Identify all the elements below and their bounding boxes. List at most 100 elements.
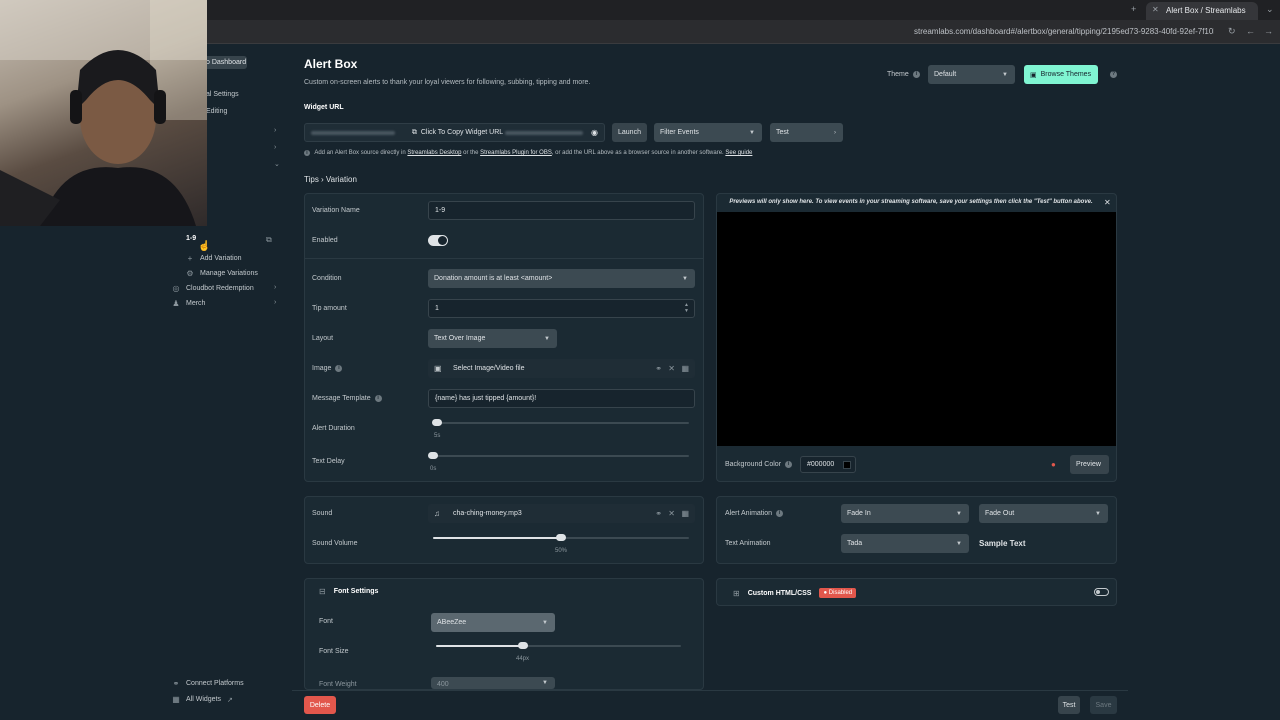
record-icon[interactable]: ● bbox=[1051, 460, 1056, 469]
info-icon[interactable]: i bbox=[776, 510, 784, 517]
back-icon[interactable]: ← bbox=[1246, 26, 1255, 36]
filter-events-select[interactable]: Filter Events ▼ bbox=[654, 123, 762, 142]
layout-label: Layout bbox=[312, 335, 334, 342]
chevron-right-icon[interactable]: › bbox=[274, 299, 276, 306]
sound-volume-knob[interactable] bbox=[556, 534, 566, 541]
text-animation-label: Text Animation bbox=[725, 540, 771, 547]
sidebar-all-widgets[interactable]: ▦ All Widgets ↗ bbox=[172, 695, 233, 704]
toggle-knob bbox=[1096, 590, 1100, 594]
close-icon[interactable]: ✕ bbox=[668, 364, 675, 373]
url-field[interactable]: streamlabs.com/dashboard#/alertbox/gener… bbox=[914, 27, 1214, 36]
message-template-input[interactable]: {name} has just tipped {amount}! bbox=[428, 389, 695, 408]
reload-icon[interactable]: ↻ bbox=[1228, 26, 1236, 37]
variation-name-input[interactable]: 1-9 bbox=[428, 201, 695, 220]
theme-select[interactable]: Default ▼ bbox=[928, 65, 1015, 84]
gear-icon: ⚙ bbox=[186, 269, 194, 278]
link-icon[interactable]: ⚭ bbox=[655, 509, 662, 518]
launch-button[interactable]: Launch bbox=[612, 123, 647, 142]
info-icon[interactable]: i bbox=[335, 365, 343, 372]
chevron-down-icon[interactable]: ⌄ bbox=[274, 160, 280, 168]
new-tab-icon[interactable]: + bbox=[1131, 4, 1136, 14]
close-icon[interactable]: ✕ bbox=[1104, 198, 1111, 207]
custom-css-toggle[interactable] bbox=[1094, 588, 1109, 596]
background-color-input[interactable]: #000000 bbox=[800, 456, 856, 473]
alert-animation-out-select[interactable]: Fade Out ▼ bbox=[979, 504, 1108, 523]
text-animation-select[interactable]: Tada ▼ bbox=[841, 534, 969, 553]
copy-icon: ⧉ bbox=[411, 128, 417, 136]
eye-icon[interactable]: ◉ bbox=[591, 128, 598, 137]
widget-url-field[interactable]: ⧉ Click To Copy Widget URL ◉ bbox=[304, 123, 605, 142]
copy-icon[interactable]: ⧉ bbox=[266, 235, 272, 245]
sidebar-connect-platforms[interactable]: ⚭ Connect Platforms bbox=[172, 679, 244, 688]
test-button[interactable]: Test bbox=[1058, 696, 1080, 714]
tip-amount-label: Tip amount bbox=[312, 305, 347, 312]
stepper-icon[interactable]: ▲ ▼ bbox=[684, 302, 689, 314]
font-select[interactable]: ABeeZee ▼ bbox=[431, 613, 555, 632]
tab-close-icon[interactable]: ✕ bbox=[1152, 5, 1159, 14]
info-icon[interactable]: i bbox=[785, 461, 793, 468]
custom-css-header[interactable]: ⊞ Custom HTML/CSS ● Disabled bbox=[733, 588, 857, 598]
save-button[interactable]: Save bbox=[1090, 696, 1117, 714]
sidebar-manage-variations[interactable]: ⚙ Manage Variations bbox=[186, 269, 257, 278]
text-delay-label: Text Delay bbox=[312, 458, 345, 465]
obs-plugin-link[interactable]: Streamlabs Plugin for OBS bbox=[480, 150, 552, 156]
font-weight-select[interactable]: 400 ▼ bbox=[431, 677, 555, 689]
text-delay-knob[interactable] bbox=[428, 452, 438, 459]
text-delay-value: 0s bbox=[430, 466, 437, 472]
cursor-icon: ☝ bbox=[198, 241, 211, 252]
plus-icon: + bbox=[187, 254, 193, 263]
alert-duration-slider[interactable] bbox=[433, 422, 689, 424]
blurred-url-right bbox=[505, 131, 583, 135]
webcam-figure bbox=[0, 0, 207, 226]
see-guide-link[interactable]: See guide bbox=[725, 150, 752, 156]
browser-tab[interactable]: ✕ Alert Box / Streamlabs bbox=[1146, 2, 1258, 20]
forward-icon[interactable]: → bbox=[1264, 26, 1273, 36]
test-dropdown[interactable]: Test › bbox=[770, 123, 843, 142]
caret-down-icon: ▼ bbox=[542, 619, 548, 626]
info-icon[interactable]: i bbox=[374, 395, 382, 402]
caret-down-icon: ▼ bbox=[544, 335, 550, 342]
help-icon[interactable]: ? bbox=[1110, 71, 1117, 78]
alert-animation-label: Alert Animation i bbox=[725, 510, 784, 517]
layout-select[interactable]: Text Over Image ▼ bbox=[428, 329, 557, 348]
gallery-icon[interactable]: ▦ bbox=[681, 509, 689, 518]
sound-label: Sound bbox=[312, 510, 333, 517]
sound-file-picker[interactable]: ♫ cha-ching-money.mp3 ⚭ ✕ ▦ bbox=[428, 504, 695, 523]
text-delay-slider[interactable] bbox=[433, 455, 689, 457]
gallery-icon[interactable]: ▦ bbox=[681, 364, 689, 373]
collapse-icon[interactable]: ⊟ bbox=[319, 587, 326, 596]
close-icon[interactable]: ✕ bbox=[668, 509, 675, 518]
sidebar-item-cloudbot[interactable]: ◎ Cloudbot Redemption bbox=[172, 284, 254, 293]
page-title: Alert Box bbox=[304, 57, 358, 71]
sidebar-item-merch[interactable]: ♟ Merch bbox=[172, 299, 205, 308]
browse-themes-button[interactable]: ▣ Browse Themes bbox=[1024, 65, 1098, 84]
sidebar-item-editing[interactable]: Editing bbox=[206, 108, 227, 115]
font-size-knob[interactable] bbox=[518, 642, 528, 649]
alert-animation-in-select[interactable]: Fade In ▼ bbox=[841, 504, 969, 523]
color-swatch[interactable] bbox=[843, 461, 851, 469]
condition-select[interactable]: Donation amount is at least <amount> ▼ bbox=[428, 269, 695, 288]
image-file-picker[interactable]: ▣ Select Image/Video file ⚭ ✕ ▦ bbox=[428, 359, 695, 378]
chevron-right-icon[interactable]: › bbox=[274, 127, 276, 134]
enabled-toggle[interactable] bbox=[428, 235, 448, 246]
back-to-dashboard-button[interactable]: o Dashboard bbox=[200, 56, 247, 69]
alert-duration-knob[interactable] bbox=[432, 419, 442, 426]
font-size-value: 44px bbox=[516, 656, 530, 662]
preview-button[interactable]: Preview bbox=[1070, 455, 1109, 474]
delete-button[interactable]: Delete bbox=[304, 696, 336, 714]
info-icon[interactable]: i bbox=[912, 71, 920, 78]
font-settings-header[interactable]: ⊟ Font Settings bbox=[319, 587, 378, 596]
chevron-right-icon[interactable]: › bbox=[274, 284, 276, 291]
sidebar-add-variation[interactable]: + Add Variation bbox=[186, 254, 242, 263]
tip-amount-input[interactable]: 1 ▲ ▼ bbox=[428, 299, 695, 318]
form-divider bbox=[305, 258, 703, 259]
expand-icon[interactable]: ⊞ bbox=[733, 589, 740, 598]
background-color-label: Background Color i bbox=[725, 461, 793, 468]
chevron-right-icon[interactable]: › bbox=[274, 144, 276, 151]
tab-menu-icon[interactable]: ⌄ bbox=[1266, 4, 1274, 15]
streamlabs-desktop-link[interactable]: Streamlabs Desktop bbox=[407, 150, 461, 156]
link-icon[interactable]: ⚭ bbox=[655, 364, 662, 373]
sidebar-item-variation-active[interactable]: 1-9 bbox=[186, 235, 196, 242]
alert-duration-value: 5s bbox=[434, 433, 441, 439]
sidebar-item-general-settings[interactable]: al Settings bbox=[206, 91, 239, 98]
